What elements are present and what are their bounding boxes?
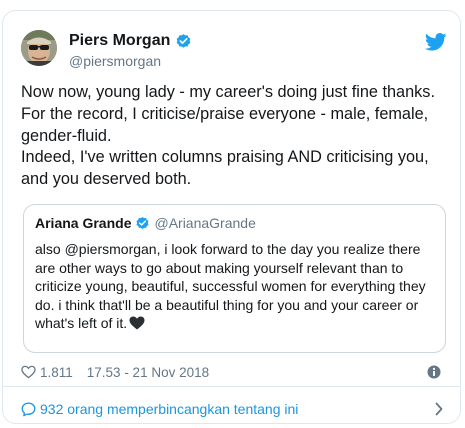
quoted-author-handle: @ArianaGrande <box>154 215 256 231</box>
tweet-text-line: For the record, I criticise/praise every… <box>21 104 429 123</box>
author-handle[interactable]: @piersmorgan <box>69 53 161 69</box>
tweet-text: Now now, young lady - my career's doing … <box>21 82 446 191</box>
author-name-line: Piers Morgan <box>69 32 192 50</box>
quoted-text-line: are other ways to go about making yourse… <box>35 259 404 276</box>
quoted-text-line: criticize young, beautiful, successful w… <box>35 278 426 294</box>
quoted-text-line: also @piersmorgan, i look forward to the… <box>35 241 421 257</box>
conversation-link[interactable]: 932 orang memperbincangkan tentang ini <box>21 399 446 419</box>
black-heart-emoji <box>129 316 145 330</box>
quoted-tweet[interactable]: Ariana Grande @ArianaGrande also @piersm… <box>23 204 446 353</box>
author-display-name[interactable]: Piers Morgan <box>69 32 170 50</box>
quoted-author-line: Ariana Grande @ArianaGrande <box>35 215 256 231</box>
quoted-text-line-last: what's left of it. <box>35 314 440 333</box>
info-icon[interactable] <box>427 365 441 379</box>
tweet-meta: 1.811 17.53 - 21 Nov 2018 <box>21 362 446 382</box>
conversation-label[interactable]: 932 orang memperbincangkan tentang ini <box>40 401 298 417</box>
heart-icon[interactable] <box>21 365 36 379</box>
quoted-author-name: Ariana Grande <box>35 215 132 231</box>
quoted-text-line: do. i think that'll be a beautiful thing… <box>35 296 419 313</box>
tweet-text-line: and you deserved both. <box>21 170 192 189</box>
verified-badge-icon <box>175 33 192 50</box>
tweet-header: Piers Morgan @piersmorgan <box>21 30 447 74</box>
tweet-text-line: Now now, young lady - my career's doing … <box>21 83 435 101</box>
tweet-text-line: Indeed, I've written columns praising AN… <box>21 148 429 167</box>
divider <box>3 386 460 387</box>
reply-bubble-icon <box>21 401 36 417</box>
chevron-right-icon[interactable] <box>434 402 444 416</box>
avatar[interactable] <box>21 30 57 66</box>
tweet-card: Piers Morgan @piersmorgan Now now, young… <box>2 10 461 424</box>
quoted-text-line: what's left of it. <box>35 315 128 331</box>
quoted-tweet-text: also @piersmorgan, i look forward to the… <box>35 240 440 333</box>
like-count[interactable]: 1.811 <box>40 365 73 380</box>
tweet-timestamp[interactable]: 17.53 - 21 Nov 2018 <box>87 365 209 380</box>
twitter-bird-icon[interactable] <box>424 33 447 51</box>
tweet-text-line: gender-fluid. <box>21 126 112 145</box>
verified-badge-icon <box>135 216 150 231</box>
